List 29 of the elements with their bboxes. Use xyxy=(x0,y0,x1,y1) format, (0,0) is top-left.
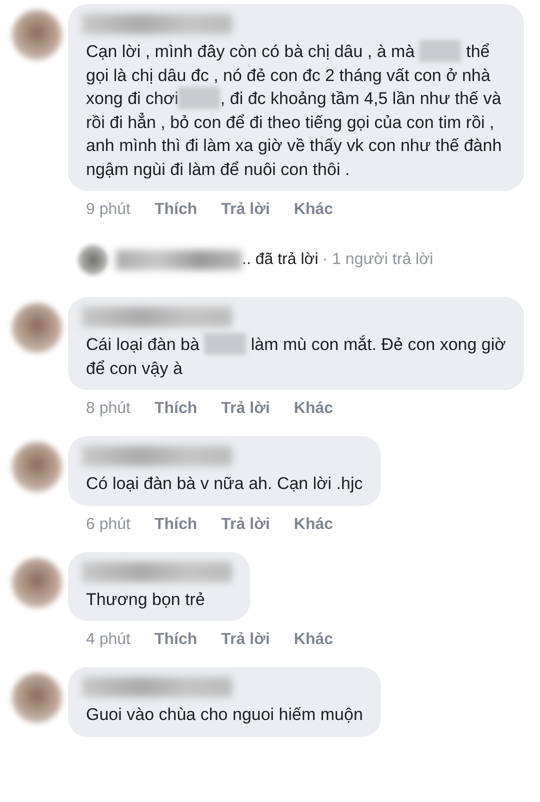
timestamp[interactable]: 4 phút xyxy=(86,631,130,649)
comment-action-link[interactable]: Thích xyxy=(154,631,198,649)
comment-text: Có loại đàn bà v nữa ah. Cạn lời .hjc xyxy=(86,473,363,495)
comment-action-link[interactable]: Trả lời xyxy=(221,631,270,649)
avatar xyxy=(78,245,108,275)
comment-action-link[interactable]: Khác xyxy=(294,516,334,534)
comment-action-link[interactable]: Khác xyxy=(294,631,334,649)
timestamp[interactable]: 8 phút xyxy=(86,400,130,418)
comment-action-link[interactable]: Khác xyxy=(294,201,334,219)
avatar[interactable] xyxy=(12,558,62,608)
comment-action-link[interactable]: Khác xyxy=(294,400,334,418)
comment-text: Thương bọn trẻ xyxy=(86,588,206,610)
comment-text: Cạn lời , mình đây còn có bà chị dâu , à mà thể gọi là chị dâu đc , nó đẻ con đc 2 tháng vất con ở nhà xong đi chơi , đi đc khoảng tầm 4,5 lần như thế và rồi đi hẳn , bỏ con để đi theo tiếng gọi của con tim rồi , anh mình thì đi làm xa giờ về thấy vk con như thế đành ngậm ngùi đi làm để nuôi con thôi . xyxy=(86,40,503,180)
avatar[interactable] xyxy=(12,673,62,723)
timestamp[interactable]: 6 phút xyxy=(86,516,130,534)
comment-action-link[interactable]: Thích xyxy=(154,516,198,534)
comment-text: Cái loại đàn bà làm mù con mắt. Đẻ con xong giờ để con vậy à xyxy=(86,333,506,380)
reply-summary-text[interactable]: .. đã trả lời xyxy=(242,251,318,269)
comment-action-link[interactable]: Trả lời xyxy=(221,400,270,418)
timestamp[interactable]: 9 phút xyxy=(86,201,130,219)
comment-action-link[interactable]: Trả lời xyxy=(221,516,270,534)
reply-count[interactable]: · 1 người trả lời xyxy=(322,251,434,269)
comment-action-link[interactable]: Trả lời xyxy=(221,201,270,219)
comment-action-link[interactable]: Thích xyxy=(154,400,198,418)
comment-text: Guoi vào chùa cho nguoi hiếm muộn xyxy=(86,704,363,726)
avatar[interactable] xyxy=(12,303,62,353)
avatar[interactable] xyxy=(12,10,62,60)
avatar[interactable] xyxy=(12,442,62,492)
comment-action-link[interactable]: Thích xyxy=(154,201,198,219)
